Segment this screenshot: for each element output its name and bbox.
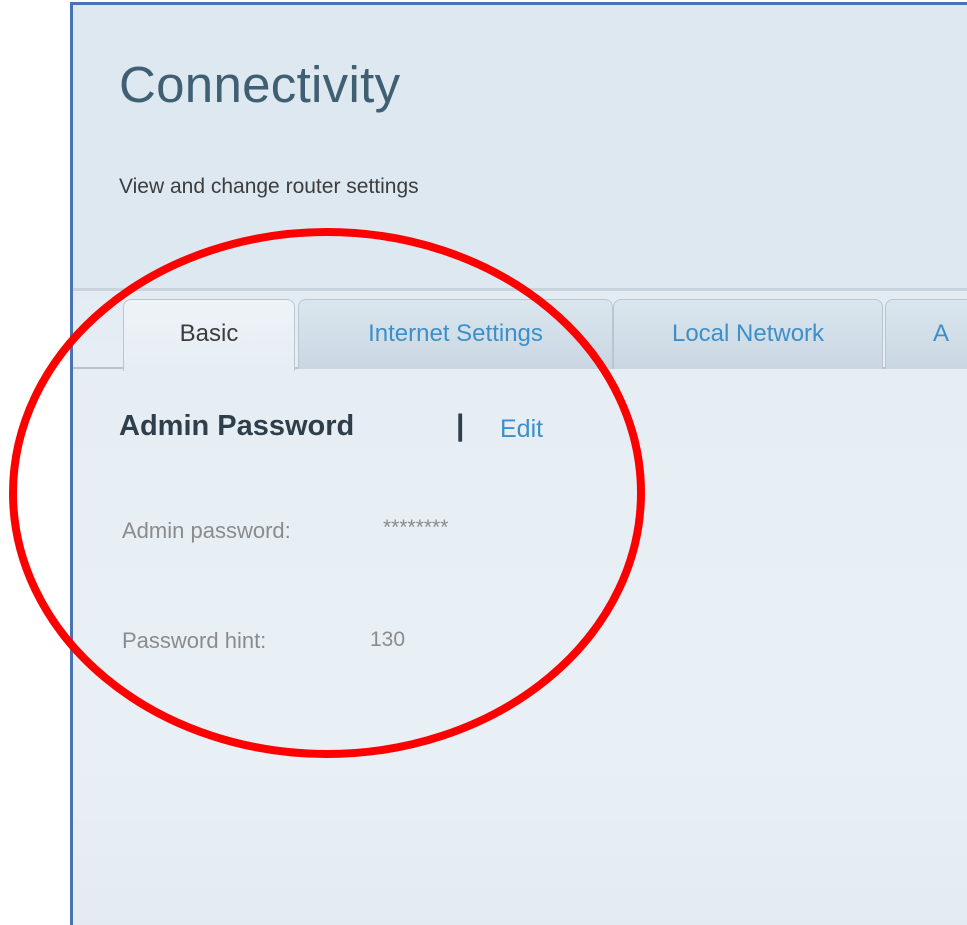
admin-password-value: ******** (383, 516, 449, 539)
tab-local-network[interactable]: Local Network (613, 299, 883, 369)
page: Connectivity View and change router sett… (0, 0, 967, 925)
admin-password-label: Admin password: (122, 518, 291, 543)
tab-label: Basic (179, 320, 239, 347)
tab-advanced[interactable]: A (885, 299, 967, 369)
tab-label: Internet Settings (368, 320, 543, 347)
heading-separator: | (456, 409, 465, 442)
page-subtitle: View and change router settings (119, 175, 419, 198)
router-settings-panel: Connectivity View and change router sett… (70, 2, 967, 925)
tab-label: A (933, 320, 950, 347)
password-hint-value: 130 (370, 628, 406, 651)
page-header: Connectivity View and change router sett… (73, 5, 967, 288)
tab-label: Local Network (671, 320, 825, 347)
edit-admin-password-link[interactable]: Edit (500, 415, 543, 444)
tab-internet-settings[interactable]: Internet Settings (298, 299, 613, 369)
tab-basic[interactable]: Basic (123, 299, 295, 371)
page-title: Connectivity (119, 56, 401, 113)
admin-password-heading: Admin Password (119, 410, 355, 442)
password-hint-label: Password hint: (122, 628, 267, 653)
tab-strip: Basic Internet Settings Local Network A (73, 288, 967, 371)
